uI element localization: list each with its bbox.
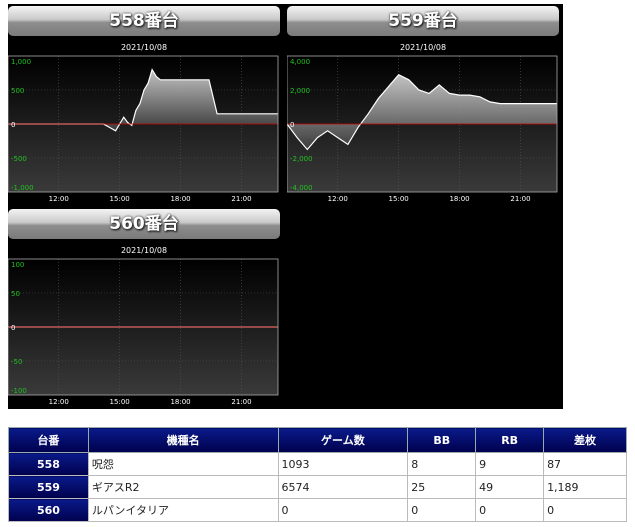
chart-plot: 2021/10/08 4,000 2,000 0 -2,000 -4,000 12:00 15… — [287, 43, 558, 203]
x-tick-label: 18:00 — [449, 195, 469, 203]
machine-name: ギアスR2 — [87, 475, 279, 499]
header-diff: 差枚 — [543, 427, 627, 453]
machine-name: ルパンイタリア — [87, 498, 279, 522]
y-tick-label: 0 — [11, 121, 15, 129]
chart-date: 2021/10/08 — [121, 43, 167, 52]
x-tick-label: 21:00 — [510, 195, 530, 203]
chart-559: 559番台 2021/10/08 4,000 2,000 0 -2,000 -4,000 1… — [287, 6, 559, 206]
machine-number[interactable]: 560 — [8, 498, 89, 522]
x-tick-label: 15:00 — [389, 195, 409, 203]
games-count: 6574 — [277, 475, 409, 499]
machine-number[interactable]: 559 — [8, 475, 89, 499]
rb-count: 49 — [475, 475, 545, 499]
x-tick-label: 18:00 — [170, 195, 190, 203]
table-header-row: 台番 機種名 ゲーム数 BB RB 差枚 — [8, 427, 627, 453]
chart-plot: 2021/10/08 100 50 0 -50 -100 12:00 15:00 18:00 21… — [8, 246, 279, 406]
table-row[interactable]: 559 ギアスR2 6574 25 49 1,189 — [8, 475, 627, 499]
header-games: ゲーム数 — [277, 427, 409, 453]
chart-title: 558番台 — [8, 6, 280, 36]
bb-count: 8 — [407, 452, 477, 476]
table-row[interactable]: 560 ルパンイタリア 0 0 0 0 — [8, 498, 627, 522]
diff-value: 1,189 — [543, 475, 627, 499]
bb-count: 25 — [407, 475, 477, 499]
y-tick-label: -4,000 — [290, 184, 313, 192]
y-tick-label: 2,000 — [290, 87, 310, 95]
y-tick-label: 500 — [11, 87, 24, 95]
x-tick-label: 12:00 — [328, 195, 348, 203]
machine-table: 台番 機種名 ゲーム数 BB RB 差枚 558 呪怨 1093 8 9 87 … — [8, 427, 627, 522]
y-tick-label: -500 — [11, 155, 27, 163]
chart-date: 2021/10/08 — [400, 43, 446, 52]
header-rb: RB — [475, 427, 545, 453]
y-tick-label: 100 — [11, 261, 24, 269]
x-tick-label: 21:00 — [231, 398, 251, 406]
chart-558: 558番台 2021/10/08 1,000 500 0 -500 -1,000 12:00… — [8, 6, 280, 206]
chart-560: 560番台 2021/10/08 100 50 0 -50 -100 12:00 15:00 1… — [8, 209, 280, 409]
x-tick-label: 21:00 — [231, 195, 251, 203]
y-tick-label: -1,000 — [11, 184, 34, 192]
header-bb: BB — [407, 427, 477, 453]
x-tick-label: 15:00 — [110, 195, 130, 203]
diff-value: 87 — [543, 452, 627, 476]
machine-name: 呪怨 — [87, 452, 279, 476]
y-tick-label: 50 — [11, 290, 20, 298]
x-tick-label: 12:00 — [49, 398, 69, 406]
x-tick-label: 12:00 — [49, 195, 69, 203]
y-tick-label: -100 — [11, 387, 27, 395]
machine-number[interactable]: 558 — [8, 452, 89, 476]
y-tick-label: 1,000 — [11, 58, 31, 66]
x-tick-label: 15:00 — [110, 398, 130, 406]
table-row[interactable]: 558 呪怨 1093 8 9 87 — [8, 452, 627, 476]
y-tick-label: -50 — [11, 358, 22, 366]
bb-count: 0 — [407, 498, 477, 522]
chart-title: 559番台 — [287, 6, 559, 36]
y-tick-label: 0 — [11, 324, 15, 332]
chart-title: 560番台 — [8, 209, 280, 239]
chart-date: 2021/10/08 — [121, 246, 167, 255]
chart-plot: 2021/10/08 1,000 500 0 -500 -1,000 12:00 15:00 1… — [8, 43, 279, 203]
rb-count: 9 — [475, 452, 545, 476]
games-count: 1093 — [277, 452, 409, 476]
header-machine-name: 機種名 — [87, 427, 279, 453]
header-machine-number: 台番 — [8, 427, 89, 453]
y-tick-label: -2,000 — [290, 155, 313, 163]
x-tick-label: 18:00 — [170, 398, 190, 406]
y-tick-label: 4,000 — [290, 58, 310, 66]
y-tick-label: 0 — [290, 121, 294, 129]
rb-count: 0 — [475, 498, 545, 522]
games-count: 0 — [277, 498, 409, 522]
diff-value: 0 — [543, 498, 627, 522]
